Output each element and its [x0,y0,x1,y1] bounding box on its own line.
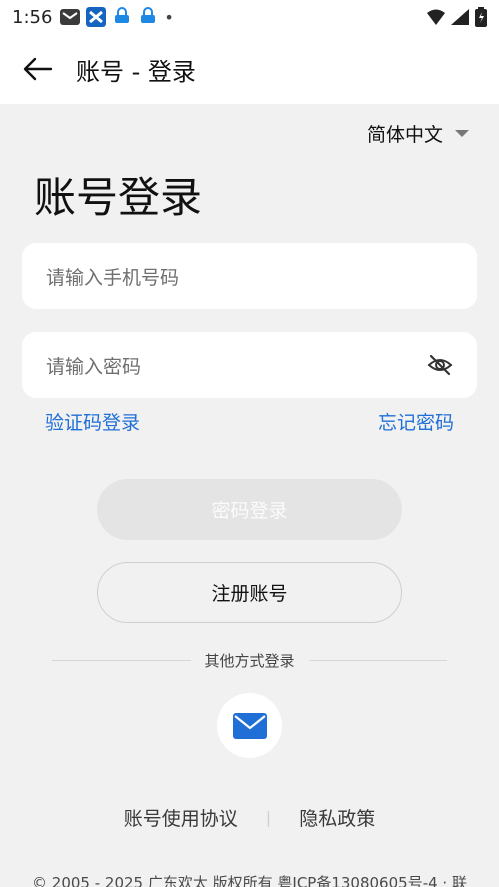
other-methods-divider: 其他方式登录 [52,650,448,671]
app-bar: 账号 - 登录 [0,34,499,104]
status-notification-icons: • [60,7,174,27]
wifi-icon [427,9,445,25]
status-system-icons [427,7,487,27]
phone-input[interactable]: 请输入手机号码 [22,243,477,309]
back-arrow-icon [23,57,53,81]
password-login-button[interactable]: 密码登录 [97,479,402,540]
login-heading: 账号登录 [34,173,203,222]
back-button[interactable] [22,53,54,85]
divider-line [308,660,448,661]
other-methods-label: 其他方式登录 [204,652,295,670]
language-selector[interactable]: 简体中文 [367,120,469,147]
footer-separator: | [265,808,272,827]
copyright-text: © 2005 - 2025 广东欢太 版权所有 粤ICP备13080605号-4… [32,874,467,887]
status-time: 1:56 [12,6,53,28]
sms-login-link[interactable]: 验证码登录 [45,408,140,435]
app-notification-icon [86,7,107,27]
user-agreement-link[interactable]: 账号使用协议 [124,804,238,831]
lock-app-icon [115,7,130,23]
login-links-row: 验证码登录 忘记密码 [45,408,454,435]
page-title: 账号 - 登录 [76,57,196,86]
email-login-button[interactable] [217,693,282,758]
password-placeholder: 请输入密码 [46,355,142,378]
lock-app-icon [141,7,156,23]
battery-icon [475,7,487,27]
footer-links: 账号使用协议 | 隐私政策 [0,804,499,831]
register-button[interactable]: 注册账号 [97,562,402,623]
eye-off-icon[interactable] [427,352,453,378]
chevron-down-icon [455,130,469,137]
password-input[interactable]: 请输入密码 [22,332,477,398]
language-label: 简体中文 [366,124,443,146]
gmail-icon [60,9,81,25]
forgot-password-link[interactable]: 忘记密码 [378,408,454,435]
divider-line [52,660,191,661]
notification-dot: • [164,7,174,27]
phone-placeholder: 请输入手机号码 [46,266,180,289]
signal-icon [451,9,469,25]
mail-icon [232,712,267,739]
privacy-policy-link[interactable]: 隐私政策 [299,804,375,831]
status-bar: 1:56 • [0,0,499,34]
